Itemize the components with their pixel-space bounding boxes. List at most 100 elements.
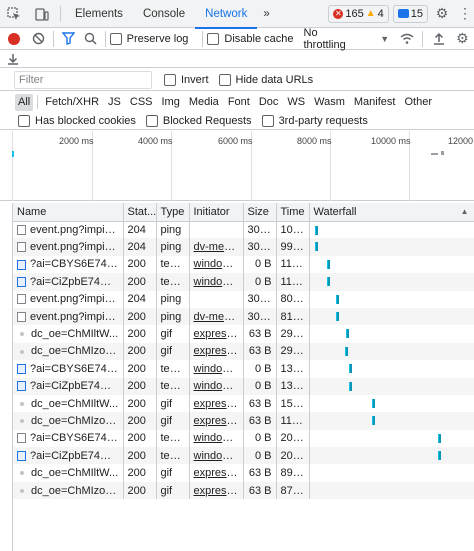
cell-initiator[interactable]: express ... [189, 412, 244, 430]
cell-initiator[interactable]: window ... [189, 255, 244, 274]
checkbox-box[interactable] [218, 73, 231, 86]
cell-name[interactable]: event.png?impid... [13, 221, 124, 239]
type-filter-ws[interactable]: WS [284, 94, 308, 111]
table-row[interactable]: ?ai=CBYS6E74DY... 200 text... window ... 0 B… [13, 360, 474, 378]
device-toolbar-icon[interactable] [28, 0, 56, 28]
cell-initiator[interactable]: express ... [189, 464, 244, 482]
cell-name[interactable]: dc_oe=ChMIltW... [13, 464, 124, 482]
table-row[interactable]: dc_oe=ChMIltW... 200 gif express ... 63 B 291… [13, 325, 474, 343]
table-row[interactable]: event.png?impid... 204 ping dv-meas... 305 B… [13, 238, 474, 256]
filter-input[interactable]: Filter [14, 70, 152, 89]
throttling-select[interactable]: No throttling ▼ [304, 27, 390, 51]
tab-console[interactable]: Console [133, 0, 195, 28]
table-row[interactable]: dc_oe=ChMIzoy... 200 gif express ... 63 B 291… [13, 342, 474, 361]
cell-initiator[interactable]: window ... [189, 273, 244, 291]
cell-initiator[interactable]: express ... [189, 481, 244, 500]
network-settings-gear-icon[interactable]: ⚙ [451, 25, 474, 53]
cell-initiator[interactable]: express ... [189, 342, 244, 361]
cell-name[interactable]: ?ai=CiZpbE74DYr... [13, 447, 124, 465]
table-row[interactable]: ?ai=CiZpbE74DYr... 200 text... window ... 0 … [13, 447, 474, 465]
hide-data-urls-checkbox[interactable]: Hide data URLs [218, 73, 313, 86]
cell-initiator[interactable]: dv-meas... [189, 238, 244, 256]
messages-badge[interactable]: 15 [392, 4, 428, 23]
table-row[interactable]: event.png?impid... 200 ping dv-meas... 305 B… [13, 307, 474, 326]
type-filter-manifest[interactable]: Manifest [351, 94, 399, 111]
type-filter-other[interactable]: Other [401, 94, 435, 111]
filter-funnel-icon[interactable] [58, 25, 79, 53]
column-header-waterfall[interactable]: Waterfall ▲ [309, 203, 474, 222]
column-header-size[interactable]: Size [243, 203, 277, 222]
more-tabs-button[interactable]: » [257, 0, 275, 28]
export-har-download-icon[interactable] [0, 50, 26, 68]
checkbox-box[interactable] [109, 32, 122, 45]
cell-initiator[interactable]: dv-meas... [189, 307, 244, 326]
tab-network[interactable]: Network [195, 0, 258, 29]
column-header-status[interactable]: Stat... [123, 203, 157, 222]
third-party-checkbox[interactable]: 3rd-party requests [261, 114, 368, 127]
cell-name[interactable]: dc_oe=ChMIzoy... [13, 481, 124, 500]
cell-name[interactable]: dc_oe=ChMIzoy... [13, 342, 124, 361]
record-button[interactable] [8, 32, 20, 45]
issues-badge[interactable]: ✕ 165 ▲ 4 [328, 4, 389, 23]
network-overview-timeline[interactable]: 2000 ms 4000 ms 6000 ms 8000 ms 10000 ms… [0, 131, 474, 201]
cell-initiator[interactable]: window ... [189, 360, 244, 378]
checkbox-box[interactable] [164, 73, 176, 86]
column-header-name[interactable]: Name [13, 203, 124, 222]
cell-name[interactable]: ?ai=CBYS6E74DY... [13, 255, 124, 274]
cell-name[interactable]: dc_oe=ChMIzoy... [13, 412, 124, 430]
disable-cache-checkbox[interactable]: Disable cache [207, 32, 294, 45]
cell-name[interactable]: event.png?impid... [13, 307, 124, 326]
cell-initiator[interactable]: express ... [189, 325, 244, 343]
table-row[interactable]: ?ai=CBYS6E74DY... 200 text... window ... 0 B… [13, 429, 474, 448]
checkbox-box[interactable] [18, 114, 30, 127]
checkbox-box[interactable] [261, 114, 274, 127]
type-filter-font[interactable]: Font [225, 94, 253, 111]
table-row[interactable]: dc_oe=ChMIltW... 200 gif express ... 63 B 89 … [13, 464, 474, 482]
type-filter-all[interactable]: All [15, 93, 34, 111]
clear-icon[interactable] [28, 25, 49, 53]
table-row[interactable]: ?ai=CBYS6E74DY... 200 text... window ... 0 B… [13, 255, 474, 274]
type-filter-doc[interactable]: Doc [256, 94, 282, 111]
cell-name[interactable]: ?ai=CiZpbE74DYr... [13, 273, 124, 291]
cell-name[interactable]: ?ai=CiZpbE74DYr... [13, 377, 124, 395]
network-conditions-wifi-icon[interactable] [395, 25, 418, 53]
column-header-type[interactable]: Type [156, 203, 190, 222]
table-row[interactable]: dc_oe=ChMIzoy... 200 gif express ... 63 B 87 … [13, 481, 474, 500]
type-filter-css[interactable]: CSS [127, 94, 156, 111]
blocked-requests-checkbox[interactable]: Blocked Requests [145, 114, 252, 127]
blocked-cookies-checkbox[interactable]: Has blocked cookies [18, 114, 136, 127]
cell-initiator[interactable]: window ... [189, 447, 244, 465]
type-filter-media[interactable]: Media [186, 94, 222, 111]
cell-initiator[interactable]: window ... [189, 377, 244, 395]
cell-name[interactable]: dc_oe=ChMIltW... [13, 325, 124, 343]
type-filter-wasm[interactable]: Wasm [311, 94, 348, 111]
column-header-time[interactable]: Time [276, 203, 310, 222]
table-row[interactable]: dc_oe=ChMIltW... 200 gif express ... 63 B 159… [13, 394, 474, 413]
cell-name[interactable]: event.png?impid... [13, 238, 124, 256]
type-filter-fetch-xhr[interactable]: Fetch/XHR [42, 94, 102, 111]
tab-elements[interactable]: Elements [65, 0, 133, 28]
cell-name[interactable]: ?ai=CBYS6E74DY... [13, 429, 124, 448]
column-header-initiator[interactable]: Initiator [189, 203, 244, 222]
cell-initiator[interactable]: express ... [189, 394, 244, 413]
table-row[interactable]: ?ai=CiZpbE74DYr... 200 text... window ... 0 … [13, 377, 474, 395]
settings-gear-icon[interactable]: ⚙ [428, 0, 456, 28]
inspect-element-icon[interactable] [0, 0, 28, 28]
type-filter-img[interactable]: Img [159, 94, 183, 111]
preserve-log-checkbox[interactable]: Preserve log [109, 32, 188, 45]
invert-checkbox[interactable]: Invert [164, 73, 209, 86]
table-row[interactable]: event.png?impid... 204 ping 305 B 80 ... [13, 290, 474, 308]
search-icon[interactable] [79, 25, 100, 53]
cell-name[interactable]: ?ai=CBYS6E74DY... [13, 360, 124, 378]
cell-name[interactable]: event.png?impid... [13, 290, 124, 308]
checkbox-box[interactable] [207, 32, 220, 45]
import-har-upload-icon[interactable] [427, 25, 450, 53]
table-row[interactable]: event.png?impid... 204 ping 305 B 101... [13, 221, 474, 239]
table-row[interactable]: dc_oe=ChMIzoy... 200 gif express ... 63 B 117… [13, 412, 474, 430]
type-filter-js[interactable]: JS [105, 94, 124, 111]
table-row[interactable]: ?ai=CiZpbE74DYr... 200 text... window ... 0 … [13, 273, 474, 291]
more-options-icon[interactable]: ⋮ [456, 0, 474, 28]
cell-initiator[interactable]: window ... [189, 429, 244, 448]
checkbox-box[interactable] [145, 114, 158, 127]
cell-name[interactable]: dc_oe=ChMIltW... [13, 394, 124, 413]
